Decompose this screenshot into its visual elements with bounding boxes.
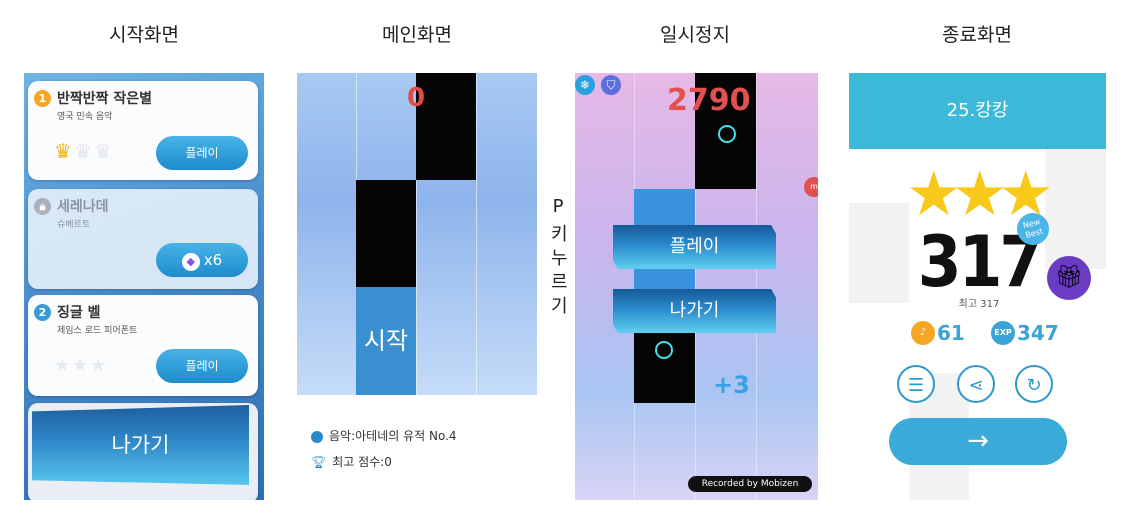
pause-screen: ❄ ⛉ m 2790 플레이 나가기 +3 Recorded by Mobize… [575,73,818,500]
shield-icon[interactable]: ⛉ [601,75,621,95]
resume-button[interactable]: 플레이 [613,225,776,269]
p-key-note-char: 키 [551,224,568,245]
side-badge-icon: m [804,177,818,197]
retry-button[interactable]: ↻ [1015,365,1053,403]
song-number-badge: 2 [34,304,51,321]
start-screen: 1 반짝반짝 작은별 영국 민속 음악 ♛ ♛ ♛ 플레이 🔒︎ 세레나데 슈베… [24,73,264,500]
crown-icon: ♛ [74,139,92,163]
background-tile [849,203,909,303]
p-key-note-char: P [552,196,564,217]
best-score: 최고 점수:0 [332,455,392,469]
combo-bonus: +3 [713,371,750,399]
best-score: 최고 317 [958,299,1000,310]
main-screen: 시작 0 음악:아테네의 유적 No.4 🏆︎ 최고 점수:0 [297,73,537,500]
menu-button[interactable]: ☰ [897,365,935,403]
song-card[interactable]: 1 반짝반짝 작은별 영국 민속 음악 ♛ ♛ ♛ 플레이 [28,81,258,180]
caption-start-screen: 시작화면 [109,24,179,46]
star-icon: ★ [90,355,107,376]
hold-note-icon [718,125,736,143]
music-title: 음악:아테네의 유적 No.4 [329,429,457,443]
end-screen: 25.캉캉 ★ ★ ★ 317 New Best 🎁︎ 최고 317 ♪ 61 … [849,73,1106,500]
hold-note-icon [655,341,673,359]
notes-count: 61 [937,321,965,345]
song-title: 반짝반짝 작은별 [57,91,153,107]
score: 0 [407,83,426,113]
gift-icon[interactable]: 🎁︎ [1047,256,1091,300]
song-composer: 영국 민속 음악 [57,112,113,122]
best-score-info: 🏆︎ 최고 점수:0 [311,453,392,470]
crown-icon: ♛ [54,139,72,163]
black-tile[interactable] [356,180,416,287]
caption-main-screen: 메인화면 [382,24,452,46]
score: 2790 [667,83,751,118]
lock-icon: 🔒︎ [34,198,51,215]
unlock-cost: x6 [203,251,223,269]
play-button[interactable]: 플레이 [156,136,248,170]
song-number-badge: 1 [34,90,51,107]
background-tile [1045,149,1106,269]
next-button[interactable]: → [889,418,1067,465]
caption-end-screen: 종료화면 [942,24,1012,46]
unlock-button[interactable]: ◆ x6 [156,243,248,277]
music-disc-icon [311,430,323,443]
song-card-locked[interactable]: 🔒︎ 세레나데 슈베르트 ◆ x6 [28,189,258,289]
diamond-icon: ◆ [181,252,200,271]
exp-icon: EXP [991,321,1015,345]
caption-pause-screen: 일시정지 [660,24,730,46]
song-card[interactable]: 2 징글 벨 제임스 로드 피어폰트 ★ ★ ★ 플레이 [28,295,258,396]
p-key-note-char: 르 [551,272,568,293]
share-button[interactable]: ⋖ [957,365,995,403]
music-info: 음악:아테네의 유적 No.4 [311,427,457,444]
song-title: 징글 벨 [57,305,101,321]
exit-button[interactable]: 나가기 [613,289,776,333]
retry-icon: ↻ [1026,375,1042,396]
lane-divider [756,73,757,500]
lane-divider [476,73,477,395]
star-icon: ★ [54,355,71,376]
recorder-badge: Recorded by Mobizen [688,476,812,492]
menu-icon: ☰ [907,375,925,396]
play-button[interactable]: 플레이 [156,349,248,383]
crown-icon: ♛ [94,139,112,163]
share-icon: ⋖ [968,375,984,396]
star-icon: ★ [72,355,89,376]
trophy-icon: 🏆︎ [311,455,327,469]
p-key-note-char: 기 [551,296,568,317]
song-composer: 슈베르트 [57,220,91,230]
note-icon: ♪ [911,321,935,345]
song-title-header: 25.캉캉 [849,73,1106,149]
snowflake-icon[interactable]: ❄ [575,75,595,95]
p-key-note-char: 누 [551,248,568,269]
exit-button[interactable]: 나가기 [32,405,249,485]
song-title: 세레나데 [57,199,109,215]
song-composer: 제임스 로드 피어폰트 [57,326,138,336]
exp-count: 347 [1017,321,1059,345]
start-tile[interactable]: 시작 [356,287,416,395]
